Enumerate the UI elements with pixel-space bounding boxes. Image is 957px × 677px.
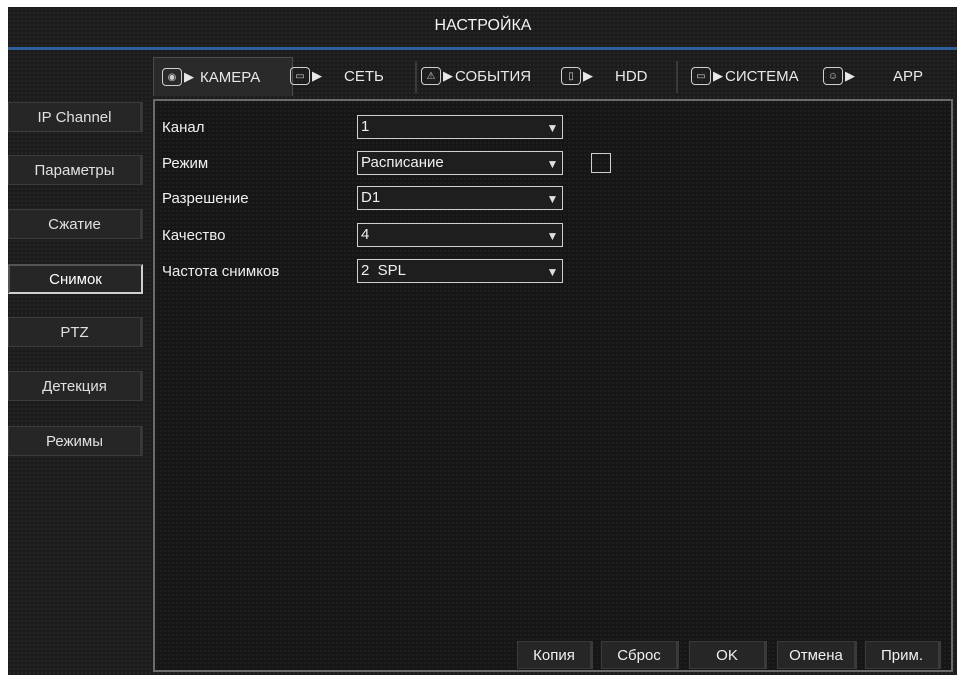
alarm-icon: ⚠: [421, 67, 441, 85]
reset-button[interactable]: Сброс: [601, 641, 679, 669]
tab-camera[interactable]: ◉ ▶ КАМЕРА: [153, 57, 293, 96]
tab-events[interactable]: ⚠ ▶ СОБЫТИЯ: [421, 57, 556, 95]
resolution-row: Разрешение D1 ▼: [162, 185, 563, 211]
sidebar-item-ptz[interactable]: PTZ: [8, 317, 143, 347]
snapshot-rate-value: 2 SPL: [361, 262, 407, 279]
tab-label: СОБЫТИЯ: [455, 67, 532, 85]
resolution-value: D1: [361, 189, 381, 206]
network-icon: ▭: [290, 67, 310, 85]
tab-label: HDD: [615, 67, 648, 85]
title-divider: [8, 47, 957, 50]
mode-label: Режим: [162, 154, 209, 172]
channel-value: 1: [361, 118, 370, 135]
snapshot-rate-label: Частота снимков: [162, 262, 280, 280]
quality-row: Качество 4 ▼: [162, 222, 563, 248]
tab-label: СИСТЕМА: [725, 67, 799, 85]
sidebar-item-parameters[interactable]: Параметры: [8, 155, 143, 185]
dropdown-arrow-icon: ▼: [546, 121, 559, 135]
tab-arrow-icon: ▶: [845, 68, 855, 83]
resolution-label: Разрешение: [162, 189, 249, 207]
tab-arrow-icon: ▶: [312, 68, 322, 83]
settings-window: НАСТРОЙКА ◉ ▶ КАМЕРА ▭ ▶ СЕТЬ ⚠ ▶ СОБЫТИ…: [8, 7, 957, 675]
quality-label: Качество: [162, 226, 226, 244]
dropdown-arrow-icon: ▼: [546, 157, 559, 171]
resolution-select[interactable]: D1 ▼: [357, 186, 563, 210]
snapshot-settings-panel: Канал 1 ▼ Режим Расписание ▼ Разрешение …: [153, 99, 953, 672]
tab-label: APP: [893, 67, 924, 85]
tab-separator: [415, 61, 417, 93]
sidebar-item-modes[interactable]: Режимы: [8, 426, 143, 456]
dropdown-arrow-icon: ▼: [546, 192, 559, 206]
tab-system[interactable]: ▭ ▶ СИСТЕМА: [691, 57, 821, 95]
top-tab-bar: ◉ ▶ КАМЕРА ▭ ▶ СЕТЬ ⚠ ▶ СОБЫТИЯ ▯ ▶ HDD …: [153, 57, 943, 97]
mode-enable-checkbox[interactable]: [591, 153, 611, 173]
sidebar-item-detection[interactable]: Детекция: [8, 371, 143, 401]
tab-hdd[interactable]: ▯ ▶ HDD: [561, 57, 671, 95]
ok-button[interactable]: OK: [689, 641, 767, 669]
sidebar-item-compression[interactable]: Сжатие: [8, 209, 143, 239]
tab-arrow-icon: ▶: [583, 68, 593, 83]
copy-button[interactable]: Копия: [517, 641, 593, 669]
tab-label: СЕТЬ: [344, 67, 384, 85]
app-icon: ☺: [823, 67, 843, 85]
sidebar-item-snapshot[interactable]: Снимок: [8, 264, 143, 294]
mode-row: Режим Расписание ▼: [162, 150, 611, 176]
channel-row: Канал 1 ▼: [162, 114, 563, 140]
window-title: НАСТРОЙКА: [434, 17, 532, 34]
dropdown-arrow-icon: ▼: [546, 229, 559, 243]
tab-separator: [676, 61, 678, 93]
mode-value: Расписание: [361, 154, 444, 171]
tab-label: КАМЕРА: [200, 68, 261, 86]
apply-button[interactable]: Прим.: [865, 641, 941, 669]
camera-icon: ◉: [162, 68, 182, 86]
tab-arrow-icon: ▶: [184, 69, 194, 84]
channel-label: Канал: [162, 118, 205, 136]
dropdown-arrow-icon: ▼: [546, 265, 559, 279]
snapshot-rate-select[interactable]: 2 SPL ▼: [357, 259, 563, 283]
tab-arrow-icon: ▶: [443, 68, 453, 83]
storage-icon: ▯: [561, 67, 581, 85]
mode-select[interactable]: Расписание ▼: [357, 151, 563, 175]
sidebar-item-ip-channel[interactable]: IP Channel: [8, 102, 143, 132]
tab-app[interactable]: ☺ ▶ APP: [823, 57, 941, 95]
channel-select[interactable]: 1 ▼: [357, 115, 563, 139]
quality-select[interactable]: 4 ▼: [357, 223, 563, 247]
quality-value: 4: [361, 226, 370, 243]
monitor-icon: ▭: [691, 67, 711, 85]
snapshot-rate-row: Частота снимков 2 SPL ▼: [162, 258, 563, 284]
cancel-button[interactable]: Отмена: [777, 641, 857, 669]
tab-network[interactable]: ▭ ▶ СЕТЬ: [290, 57, 405, 95]
tab-arrow-icon: ▶: [713, 68, 723, 83]
